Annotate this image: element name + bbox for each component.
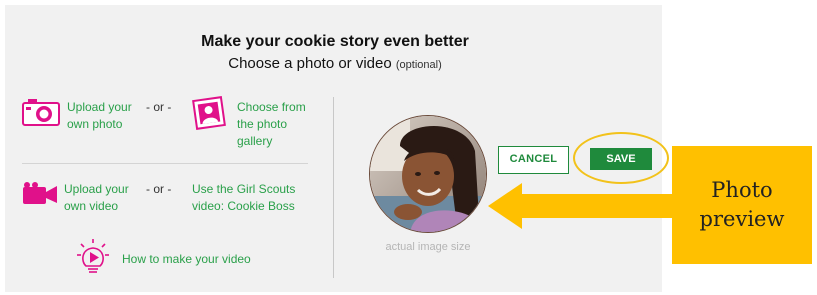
how-to-video-link[interactable]: How to make your video [122, 251, 251, 268]
options-divider [22, 163, 308, 164]
cancel-button[interactable]: CANCEL [498, 146, 569, 174]
photo-or-separator: - or - [146, 100, 172, 114]
choose-gallery-link[interactable]: Choose from the photo gallery [237, 99, 306, 150]
image-size-caption: actual image size [385, 241, 471, 253]
upload-photo-link[interactable]: Upload your own photo [67, 99, 132, 133]
upload-video-link[interactable]: Upload your own video [64, 181, 129, 215]
girl-scouts-video-link[interactable]: Use the Girl Scouts video: Cookie Boss [192, 181, 295, 215]
callout-label: Photo preview [699, 178, 785, 231]
column-divider [333, 97, 334, 278]
subtitle-optional: (optional) [395, 59, 442, 71]
subtitle-main: Choose a photo or video [228, 55, 392, 72]
camera-icon[interactable] [22, 98, 60, 131]
page-title: Make your cookie story even better [201, 33, 469, 50]
lightbulb-play-icon[interactable] [76, 238, 110, 283]
page-subtitle: Choose a photo or video (optional) [0, 55, 670, 72]
save-highlight-ring [573, 132, 669, 184]
photo-preview [369, 115, 487, 233]
callout-arrow-icon [488, 183, 674, 234]
video-camera-icon[interactable] [22, 181, 58, 210]
video-or-separator: - or - [146, 182, 172, 196]
photo-gallery-icon[interactable] [192, 96, 226, 135]
